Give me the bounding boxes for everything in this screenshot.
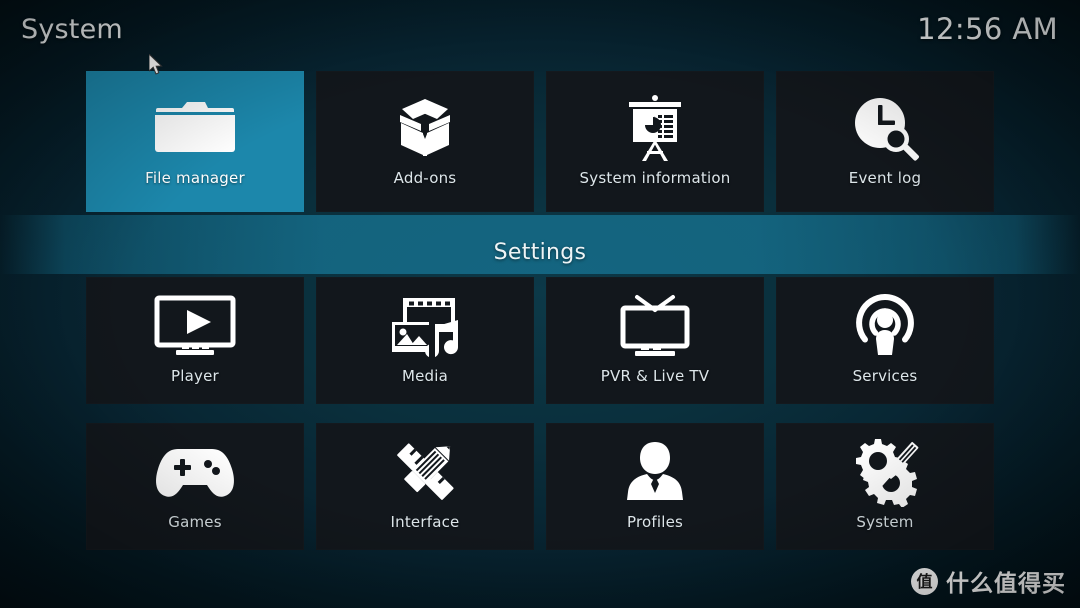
tile-label: Media [401,367,449,385]
settings-row-1: Player Media PVR & Live TV Services [86,277,994,404]
tile-label: Add-ons [393,169,457,187]
gears-tool-icon [776,439,994,507]
tile-games[interactable]: Games [86,423,304,550]
tile-label: PVR & Live TV [600,367,710,385]
tile-file-manager[interactable]: File manager [86,71,304,212]
tile-label: Event log [848,169,922,187]
user-bust-icon [546,439,764,505]
kodi-system-screen: System 12:56 AM Settings File manager Ad… [0,0,1080,608]
tile-profiles[interactable]: Profiles [546,423,764,550]
tile-label: System [856,513,914,531]
presentation-board-icon [546,93,764,163]
watermark: 值 什么值得买 [911,564,1066,598]
tile-system[interactable]: System [776,423,994,550]
tile-system-information[interactable]: System information [546,71,764,212]
tv-antenna-icon [546,293,764,359]
page-title: System [21,14,123,45]
folder-icon [86,93,304,163]
monitor-play-icon [86,293,304,359]
tile-label: Interface [390,513,460,531]
tile-label: Games [168,513,222,531]
settings-section-label: Settings [493,240,587,265]
gamepad-icon [86,439,304,505]
tile-pvr-live-tv[interactable]: PVR & Live TV [546,277,764,404]
tile-label: System information [579,169,731,187]
clock-label: 12:56 AM [917,12,1058,46]
open-box-icon [316,93,534,163]
podcast-person-icon [776,293,994,359]
top-menu-row: File manager Add-ons System information … [86,71,994,212]
watermark-logo-icon: 值 [911,567,938,595]
pencil-ruler-icon [316,439,534,505]
tile-event-log[interactable]: Event log [776,71,994,212]
header-bar: System 12:56 AM [0,0,1080,66]
tile-media[interactable]: Media [316,277,534,404]
tile-add-ons[interactable]: Add-ons [316,71,534,212]
tile-label: Player [171,367,219,385]
tile-label: File manager [145,169,245,187]
tile-player[interactable]: Player [86,277,304,404]
tile-label: Services [852,367,918,385]
clock-search-icon [776,93,994,163]
settings-row-2: Games Interface Profiles System [86,423,994,550]
watermark-text: 什么值得买 [946,571,1066,597]
filmstrip-photo-music-icon [316,293,534,359]
tile-services[interactable]: Services [776,277,994,404]
tile-label: Profiles [626,513,684,531]
tile-interface[interactable]: Interface [316,423,534,550]
